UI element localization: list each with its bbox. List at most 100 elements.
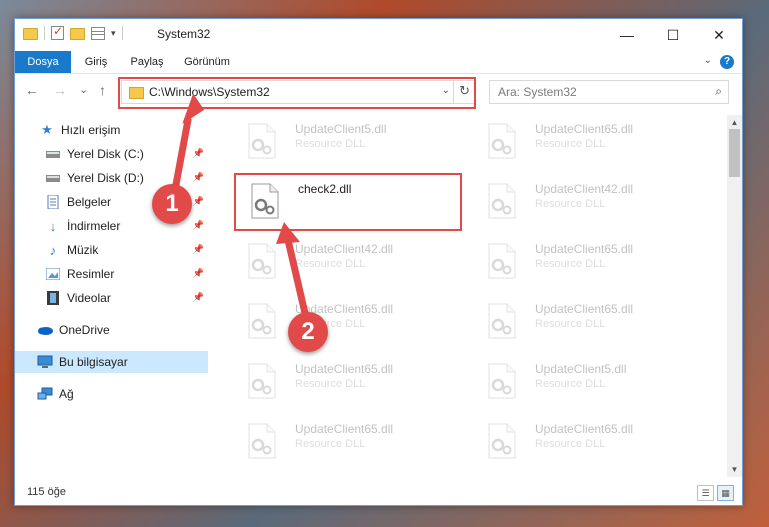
file-description: Resource DLL <box>295 258 366 270</box>
music-icon: ♪ <box>49 242 57 258</box>
sidebar-item-videos[interactable]: Videolar 📌 <box>15 287 208 309</box>
download-icon: ↓ <box>49 218 57 234</box>
file-description: Resource DLL <box>535 258 606 270</box>
network-icon <box>37 386 53 402</box>
back-button[interactable]: ← <box>25 82 39 98</box>
file-description: Resource DLL <box>535 438 606 450</box>
file-list: UpdateClient5.dll Resource DLL check2.dll U… <box>219 115 724 477</box>
sidebar-item-label: Yerel Disk (D:) <box>67 171 144 185</box>
navigation-pane: ★ Hızlı erişim Yerel Disk (C:) 📌 Yerel D… <box>15 115 208 477</box>
recent-locations-button[interactable]: ⌄ <box>79 83 88 96</box>
search-box[interactable]: Ara: System32 ⌕ <box>489 80 729 104</box>
dll-file-icon <box>247 303 277 339</box>
file-item[interactable]: UpdateClient5.dll Resource DLL <box>233 115 453 167</box>
tiles-view-icon[interactable]: ▦ <box>717 485 734 501</box>
dll-file-icon <box>487 363 517 399</box>
expand-ribbon-icon[interactable]: ⌄ <box>704 55 712 66</box>
search-input[interactable]: Ara: System32 <box>498 85 577 99</box>
file-name: UpdateClient5.dll <box>295 122 387 136</box>
customize-toolbar-icon[interactable]: ▾ <box>111 28 116 39</box>
sidebar-item-label: Bu bilgisayar <box>59 355 128 369</box>
sidebar-item-label: Belgeler <box>67 195 112 209</box>
file-item[interactable]: UpdateClient65.dll Resource DLL <box>233 415 453 467</box>
scroll-thumb[interactable] <box>729 129 740 177</box>
new-folder-icon[interactable] <box>70 28 85 40</box>
file-description: Resource DLL <box>535 138 606 150</box>
pin-icon[interactable]: 📌 <box>193 244 204 255</box>
file-name: UpdateClient65.dll <box>295 422 394 436</box>
tab-file[interactable]: Dosya <box>15 51 71 73</box>
window-title: System32 <box>157 27 211 41</box>
sidebar-item-label: Hızlı erişim <box>61 123 121 137</box>
file-name: UpdateClient65.dll <box>535 302 634 316</box>
dll-file-icon <box>250 183 280 219</box>
scroll-down-icon[interactable]: ▼ <box>727 462 742 477</box>
file-name: UpdateClient42.dll <box>535 182 634 196</box>
properties-check-icon[interactable] <box>51 24 64 40</box>
file-item[interactable]: UpdateClient65.dll Resource DLL <box>233 355 453 407</box>
computer-icon <box>37 354 53 370</box>
forward-button[interactable]: → <box>53 82 67 98</box>
step-badge-1: 1 <box>152 184 192 224</box>
maximize-button[interactable]: ☐ <box>650 19 696 51</box>
sidebar-item-music[interactable]: ♪ Müzik 📌 <box>15 239 208 261</box>
toolbar-divider <box>121 26 123 40</box>
status-bar: 115 öğe ☰ ▦ <box>15 481 742 505</box>
pin-icon[interactable]: 📌 <box>193 292 204 303</box>
tab-view[interactable]: Görünüm <box>175 51 239 73</box>
up-button[interactable]: ↑ <box>99 82 106 98</box>
file-description: Resource DLL <box>295 378 366 390</box>
sidebar-item-onedrive[interactable]: OneDrive <box>15 319 208 341</box>
sidebar-item-local-disk-c[interactable]: Yerel Disk (C:) 📌 <box>15 143 208 165</box>
step-badge-2: 2 <box>288 312 328 352</box>
tab-home[interactable]: Giriş <box>71 51 121 73</box>
scroll-up-icon[interactable]: ▲ <box>727 115 742 130</box>
file-item[interactable]: UpdateClient65.dll Resource DLL <box>473 415 693 467</box>
pictures-icon <box>45 266 61 282</box>
sidebar-item-quick-access[interactable]: ★ Hızlı erişim <box>15 119 208 141</box>
file-name: UpdateClient42.dll <box>295 242 394 256</box>
file-name: UpdateClient65.dll <box>295 362 394 376</box>
dll-file-icon <box>247 423 277 459</box>
pin-icon[interactable]: 📌 <box>193 172 204 183</box>
pin-icon[interactable]: 📌 <box>193 196 204 207</box>
pin-icon[interactable]: 📌 <box>193 148 204 159</box>
search-icon[interactable]: ⌕ <box>715 84 722 99</box>
close-button[interactable]: ✕ <box>696 19 742 51</box>
file-item[interactable]: UpdateClient65.dll Resource DLL <box>233 295 453 347</box>
video-icon <box>45 290 61 306</box>
properties-icon[interactable] <box>91 26 105 40</box>
pin-icon[interactable]: 📌 <box>193 220 204 231</box>
file-name: UpdateClient65.dll <box>535 242 634 256</box>
help-icon[interactable]: ? <box>720 55 734 69</box>
sidebar-item-this-pc[interactable]: Bu bilgisayar <box>15 351 208 373</box>
vertical-scrollbar[interactable]: ▲ ▼ <box>727 115 742 477</box>
tab-share[interactable]: Paylaş <box>119 51 175 73</box>
folder-icon <box>23 28 38 40</box>
file-item[interactable]: UpdateClient65.dll Resource DLL <box>473 235 693 287</box>
file-item[interactable]: UpdateClient65.dll Resource DLL <box>473 295 693 347</box>
dll-file-icon <box>487 183 517 219</box>
item-count: 115 öğe <box>27 486 66 498</box>
pin-icon[interactable]: 📌 <box>193 268 204 279</box>
dll-file-icon <box>487 303 517 339</box>
details-view-icon[interactable]: ☰ <box>697 485 714 501</box>
sidebar-item-network[interactable]: Ağ <box>15 383 208 405</box>
sidebar-item-label: Videolar <box>67 291 111 305</box>
ribbon-tabs: Dosya Giriş Paylaş Görünüm ⌄ ? <box>15 51 742 74</box>
sidebar-item-pictures[interactable]: Resimler 📌 <box>15 263 208 285</box>
cloud-icon <box>37 322 53 338</box>
sidebar-item-label: Ağ <box>59 387 74 401</box>
drive-icon <box>45 146 61 162</box>
file-item[interactable]: UpdateClient42.dll Resource DLL <box>233 235 453 287</box>
minimize-button[interactable]: — <box>604 19 650 51</box>
file-name: UpdateClient5.dll <box>535 362 627 376</box>
sidebar-item-label: Resimler <box>67 267 115 281</box>
file-item[interactable]: UpdateClient65.dll Resource DLL <box>473 115 693 167</box>
title-bar: ▾ System32 — ☐ ✕ <box>15 19 742 51</box>
dll-file-icon <box>247 363 277 399</box>
file-item[interactable]: check2.dll <box>234 173 462 231</box>
file-name: UpdateClient65.dll <box>535 122 634 136</box>
file-item[interactable]: UpdateClient5.dll Resource DLL <box>473 355 693 407</box>
file-item[interactable]: UpdateClient42.dll Resource DLL <box>473 175 693 227</box>
